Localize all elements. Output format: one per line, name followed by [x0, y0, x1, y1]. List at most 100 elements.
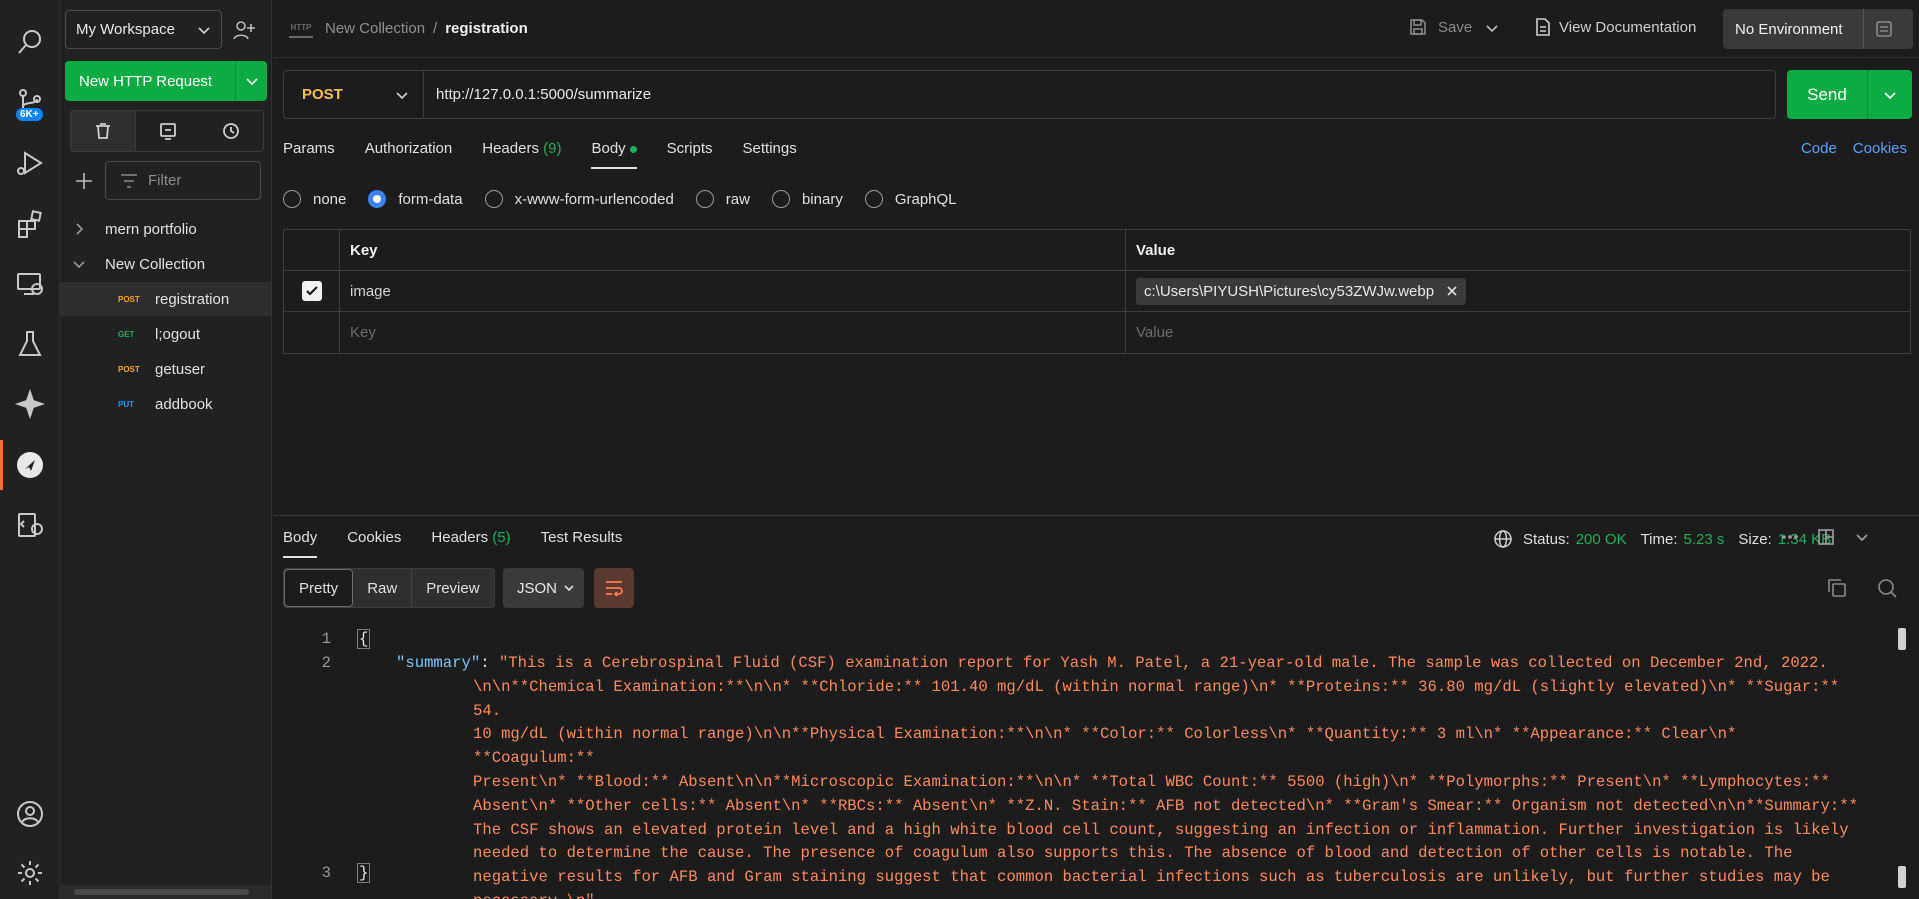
- radio-binary[interactable]: binary: [771, 190, 843, 208]
- method-selector[interactable]: POST: [284, 71, 424, 118]
- tab-response-cookies[interactable]: Cookies: [347, 529, 401, 558]
- api-settings-icon[interactable]: [8, 503, 52, 547]
- send-dropdown[interactable]: [1867, 70, 1912, 119]
- tab-headers[interactable]: Headers (9): [482, 140, 561, 169]
- json-summary-line: "summary": "This is a Cerebrospinal Flui…: [396, 652, 1866, 899]
- save-button[interactable]: Save: [1408, 17, 1472, 37]
- environment-label: No Environment: [1735, 20, 1843, 38]
- key-cell[interactable]: image: [340, 271, 1126, 311]
- tab-settings[interactable]: Settings: [743, 140, 797, 169]
- header-checkbox-cell: [284, 230, 340, 270]
- run-debug-icon[interactable]: [8, 142, 52, 186]
- cookies-link[interactable]: Cookies: [1853, 140, 1907, 157]
- radio-none[interactable]: none: [283, 190, 346, 208]
- breadcrumb-collection[interactable]: New Collection: [325, 20, 425, 37]
- response-code-viewer[interactable]: 1 2 3 { "summary": "This is a Cerebrospi…: [273, 625, 1893, 899]
- account-icon[interactable]: [8, 792, 52, 836]
- search-icon[interactable]: [8, 20, 52, 64]
- key-placeholder[interactable]: Key: [340, 312, 1126, 353]
- format-selector[interactable]: JSON: [503, 568, 584, 608]
- value-placeholder[interactable]: Value: [1126, 312, 1910, 353]
- row-checkbox[interactable]: [301, 281, 322, 301]
- tab-response-headers[interactable]: Headers (5): [431, 529, 510, 558]
- tree-request-addbook[interactable]: PUT addbook: [60, 387, 271, 421]
- row-checkbox-cell: [284, 312, 340, 353]
- view-preview[interactable]: Preview: [412, 569, 493, 607]
- time-value[interactable]: 5.23 s: [1684, 531, 1725, 548]
- radio-raw[interactable]: raw: [695, 190, 750, 208]
- tree-request-logout[interactable]: GET l;ogout: [60, 317, 271, 351]
- body-type-radios: none form-data x-www-form-urlencoded raw…: [283, 190, 979, 208]
- wrap-lines-button[interactable]: [594, 568, 634, 608]
- remote-explorer-icon[interactable]: [8, 262, 52, 306]
- tab-label: Cookies: [347, 529, 402, 546]
- radio-circle: [771, 190, 790, 208]
- tab-test-results[interactable]: Test Results: [541, 529, 623, 558]
- environment-selector[interactable]: No Environment: [1723, 9, 1913, 49]
- collapse-chevron-icon[interactable]: [1852, 527, 1872, 547]
- view-pretty[interactable]: Pretty: [284, 569, 354, 607]
- breadcrumb-request[interactable]: registration: [445, 20, 528, 37]
- tab-history[interactable]: [199, 111, 263, 151]
- invite-user-icon[interactable]: [232, 18, 256, 42]
- collection-name: mern portfolio: [105, 220, 197, 238]
- sidebar-scrollbar[interactable]: [60, 885, 271, 899]
- tab-collections[interactable]: [71, 111, 136, 151]
- more-options-icon[interactable]: [1780, 527, 1800, 547]
- radio-graphql[interactable]: GraphQL: [864, 190, 957, 208]
- tab-body[interactable]: Body: [591, 140, 637, 169]
- tab-label: Body: [591, 140, 626, 157]
- code-scrollbar-bottom[interactable]: [1898, 866, 1906, 888]
- testing-flask-icon[interactable]: [8, 322, 52, 366]
- postman-icon[interactable]: [8, 443, 52, 487]
- copy-icon[interactable]: [1826, 577, 1848, 599]
- table-header-row: Key Value: [284, 230, 1910, 271]
- tab-scripts[interactable]: Scripts: [667, 140, 713, 169]
- filter-input[interactable]: Filter: [105, 161, 261, 200]
- status-label: Status:: [1523, 530, 1570, 548]
- new-http-request-button[interactable]: New HTTP Request: [65, 61, 267, 101]
- tab-authorization[interactable]: Authorization: [365, 140, 453, 169]
- tab-response-body[interactable]: Body: [283, 529, 318, 558]
- ai-sparkle-icon[interactable]: [8, 382, 52, 426]
- radio-urlencoded[interactable]: x-www-form-urlencoded: [484, 190, 674, 208]
- json-open-brace: {: [357, 629, 371, 649]
- tree-collection-mern-portfolio[interactable]: mern portfolio: [60, 212, 271, 246]
- url-input[interactable]: [424, 71, 1775, 118]
- json-close-brace: }: [357, 863, 371, 883]
- new-request-dropdown[interactable]: [235, 61, 267, 101]
- close-icon[interactable]: [1446, 285, 1458, 297]
- settings-gear-icon[interactable]: [8, 851, 52, 895]
- radio-circle: [484, 190, 503, 208]
- layout-toggle-icon[interactable]: [1816, 527, 1836, 547]
- send-button[interactable]: Send: [1787, 70, 1912, 119]
- collections-sidebar: My Workspace New HTTP Request Filter mer…: [60, 0, 272, 899]
- scrollbar-thumb[interactable]: [74, 889, 249, 895]
- value-column-header: Value: [1136, 241, 1176, 259]
- value-cell[interactable]: c:\Users\PIYUSH\Pictures\cy53ZWJw.webp: [1126, 271, 1910, 311]
- notification-badge: 6K+: [16, 108, 43, 121]
- view-documentation-button[interactable]: View Documentation: [1535, 17, 1696, 37]
- workspace-selector[interactable]: My Workspace: [65, 10, 222, 49]
- view-raw[interactable]: Raw: [353, 569, 413, 607]
- tree-collection-new-collection[interactable]: New Collection: [60, 247, 271, 281]
- radio-form-data[interactable]: form-data: [368, 190, 463, 208]
- save-dropdown-icon[interactable]: [1485, 21, 1499, 35]
- tab-label: Body: [283, 529, 318, 546]
- tab-params[interactable]: Params: [283, 140, 335, 169]
- globe-icon[interactable]: [1493, 529, 1513, 549]
- add-collection-icon[interactable]: [73, 170, 95, 192]
- json-colon: :: [480, 654, 499, 672]
- code-scrollbar-top[interactable]: [1898, 628, 1906, 650]
- tree-request-getuser[interactable]: POST getuser: [60, 352, 271, 386]
- extensions-icon[interactable]: [8, 202, 52, 246]
- status-value[interactable]: 200 OK: [1576, 531, 1627, 548]
- pane-divider[interactable]: [273, 515, 1919, 516]
- code-link[interactable]: Code: [1801, 140, 1837, 157]
- tab-environments[interactable]: [136, 111, 200, 151]
- search-icon[interactable]: [1876, 577, 1898, 599]
- row-checkbox-cell: [284, 271, 340, 311]
- save-label: Save: [1438, 18, 1473, 36]
- tree-request-registration[interactable]: POST registration: [60, 282, 271, 316]
- environment-quick-look[interactable]: [1863, 9, 1903, 49]
